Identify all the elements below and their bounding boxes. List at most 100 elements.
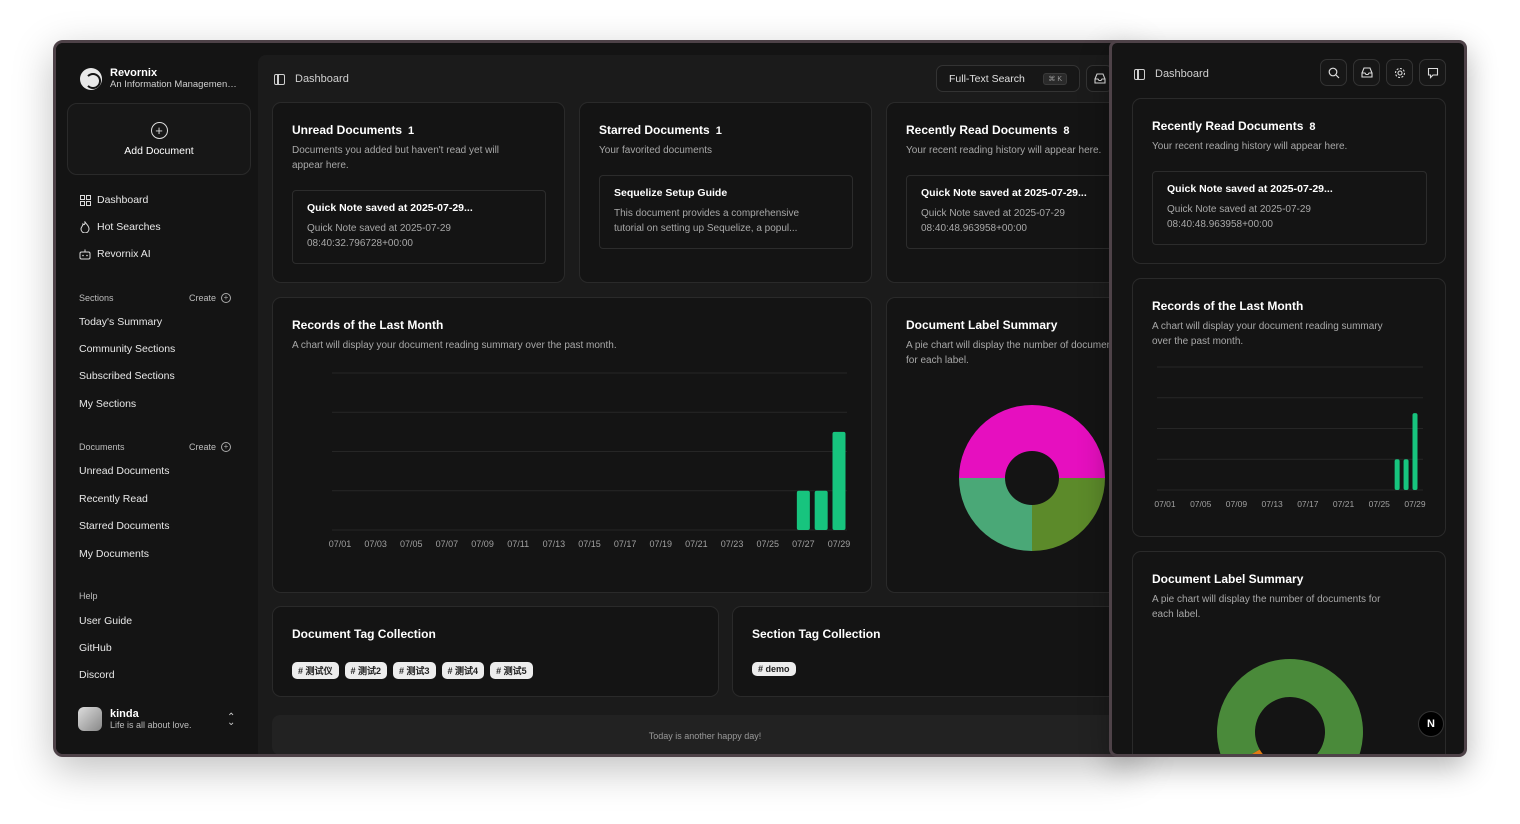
sidebar-item-github[interactable]: GitHub — [79, 642, 112, 654]
tag-chip[interactable]: # 测试3 — [393, 662, 436, 679]
create-document-label: Create — [188, 442, 216, 452]
plus-circle-icon: + — [221, 442, 231, 452]
sidebar-item-community-sections[interactable]: Community Sections — [79, 343, 175, 355]
help-title: Help — [79, 591, 98, 601]
card-title: Document Tag Collection — [292, 627, 436, 641]
sidebar-item-todays-summary[interactable]: Today's Summary — [79, 316, 162, 328]
card-title: Recently Read Documents 8 — [906, 123, 1070, 137]
bar-07/27[interactable] — [1394, 459, 1400, 490]
tag-chip[interactable]: # 测试仪 — [292, 662, 339, 679]
x-tick-label: 07/05 — [400, 539, 423, 549]
document-item[interactable]: Quick Note saved at 2025-07-29... Quick … — [1152, 171, 1427, 245]
nav-hot-searches[interactable]: Hot Searches — [79, 221, 161, 233]
user-status: Life is all about love. — [110, 720, 192, 730]
unread-title: Unread Documents — [292, 123, 403, 137]
document-description: Quick Note saved at 2025-07-29 08:40:48.9… — [921, 206, 1132, 236]
desc-line: 08:40:48.963958+00:00 — [921, 223, 1027, 234]
feedback-button[interactable] — [1419, 59, 1446, 86]
pie-slice-1[interactable] — [1217, 659, 1363, 757]
create-document-button[interactable]: Create + — [189, 442, 231, 452]
next-badge[interactable]: N — [1418, 711, 1444, 737]
nav-dashboard-label: Dashboard — [97, 194, 149, 206]
add-document-button[interactable]: + Add Document — [67, 103, 251, 175]
user-menu[interactable]: kinda Life is all about love. — [78, 707, 238, 731]
inbox-icon — [1093, 73, 1106, 84]
card-title: Document Label Summary — [1152, 572, 1304, 586]
recent-title: Recently Read Documents — [1152, 119, 1304, 133]
card-description: Your recent reading history will appear … — [1152, 141, 1348, 152]
bar-07/28[interactable] — [814, 490, 828, 530]
bar-07/27[interactable] — [796, 490, 810, 530]
search-shortcut: ⌘ K — [1043, 72, 1067, 85]
label-donut-chart — [1217, 659, 1363, 757]
desc-line: 08:40:48.963958+00:00 — [1167, 219, 1273, 230]
sidebar-item-starred-documents[interactable]: Starred Documents — [79, 520, 169, 532]
document-item[interactable]: Quick Note saved at 2025-07-29... Quick … — [292, 190, 546, 264]
desc-line: Documents you added but haven't read yet… — [292, 145, 500, 156]
document-description: This document provides a comprehensive tu… — [614, 206, 838, 236]
document-item[interactable]: Sequelize Setup Guide This document prov… — [599, 175, 853, 249]
sidebar-toggle-icon[interactable] — [274, 73, 285, 85]
pie-slice-1[interactable] — [959, 405, 1105, 478]
sidebar-item-recently-read[interactable]: Recently Read — [79, 493, 148, 505]
desc-line: A pie chart will display the number of d… — [1152, 594, 1381, 605]
sidebar-toggle-icon[interactable] — [1134, 68, 1145, 80]
pie-slice-3[interactable] — [959, 478, 1032, 551]
sidebar-item-my-sections[interactable]: My Sections — [79, 398, 136, 410]
inbox-button[interactable] — [1353, 59, 1380, 86]
bot-icon — [79, 248, 91, 260]
x-tick-label: 07/05 — [1190, 499, 1212, 509]
nav-dashboard[interactable]: Dashboard — [79, 194, 148, 206]
bar-07/29[interactable] — [832, 431, 846, 530]
bar-07/29[interactable] — [1412, 413, 1418, 490]
label-summary-card: Document Label Summary A pie chart will … — [1132, 551, 1446, 757]
x-tick-label: 07/27 — [792, 539, 815, 549]
help-header: Help — [79, 591, 231, 601]
recent-count: 8 — [1063, 125, 1070, 137]
create-section-button[interactable]: Create + — [189, 293, 231, 303]
desc-line: A chart will display your document readi… — [1152, 321, 1383, 332]
x-tick-label: 07/09 — [471, 539, 494, 549]
card-description: Documents you added but haven't read yet… — [292, 143, 499, 173]
tag-chip[interactable]: # demo — [752, 662, 796, 676]
tag-list: # 测试仪 # 测试2 # 测试3 # 测试4 # 测试5 — [292, 662, 533, 679]
mobile-window: Dashboard Recently Read Documents 8 Your … — [1109, 40, 1467, 757]
document-item[interactable]: Quick Note saved at 2025-07-29... Quick … — [906, 175, 1132, 249]
tag-chip[interactable]: # 测试4 — [441, 662, 485, 679]
document-description: Quick Note saved at 2025-07-29 08:40:32.7… — [307, 221, 531, 251]
sidebar-item-user-guide[interactable]: User Guide — [79, 615, 132, 627]
desc-line: Quick Note saved at 2025-07-29 — [921, 208, 1065, 219]
desc-line: each label. — [1152, 609, 1201, 620]
flame-icon — [79, 221, 91, 233]
full-text-search-button[interactable]: Full-Text Search ⌘ K — [936, 65, 1080, 92]
sidebar-item-subscribed-sections[interactable]: Subscribed Sections — [79, 370, 175, 382]
document-tag-card: Document Tag Collection # 测试仪 # 测试2 # 测试… — [272, 606, 719, 697]
bar-07/28[interactable] — [1403, 459, 1409, 490]
settings-button[interactable] — [1386, 59, 1413, 86]
x-tick-label: 07/29 — [828, 539, 851, 549]
starred-count: 1 — [715, 125, 722, 137]
sidebar-item-my-documents[interactable]: My Documents — [79, 548, 149, 560]
desc-line: over the past month. — [1152, 336, 1244, 347]
starred-documents-card: Starred Documents 1 Your favorited docume… — [579, 102, 872, 283]
inbox-icon — [1360, 67, 1373, 78]
nav-revornix-ai[interactable]: Revornix AI — [79, 248, 151, 260]
desc-line: Quick Note saved at 2025-07-29 — [1167, 204, 1311, 215]
search-button[interactable] — [1320, 59, 1347, 86]
label-donut-chart — [959, 405, 1105, 551]
nav-revornix-ai-label: Revornix AI — [97, 248, 151, 260]
footer-message: Today is another happy day! — [272, 715, 1132, 754]
brand[interactable]: Revornix An Information Management Tool — [80, 67, 238, 90]
breadcrumb: Dashboard — [1155, 68, 1209, 80]
recently-read-card: Recently Read Documents 8 Your recent rea… — [886, 102, 1132, 283]
tag-chip[interactable]: # 测试5 — [490, 662, 533, 679]
sidebar-item-discord[interactable]: Discord — [79, 669, 115, 681]
card-description: Your recent reading history will appear … — [906, 145, 1102, 156]
x-tick-label: 07/01 — [329, 539, 352, 549]
tag-chip[interactable]: # 测试2 — [344, 662, 388, 679]
gear-icon — [1394, 67, 1405, 78]
sidebar-item-unread-documents[interactable]: Unread Documents — [79, 465, 169, 477]
documents-header: Documents Create + — [79, 442, 231, 452]
pie-slice-2[interactable] — [1032, 478, 1105, 551]
chevrons-up-down-icon[interactable]: ⌃ ⌄ — [227, 713, 235, 728]
